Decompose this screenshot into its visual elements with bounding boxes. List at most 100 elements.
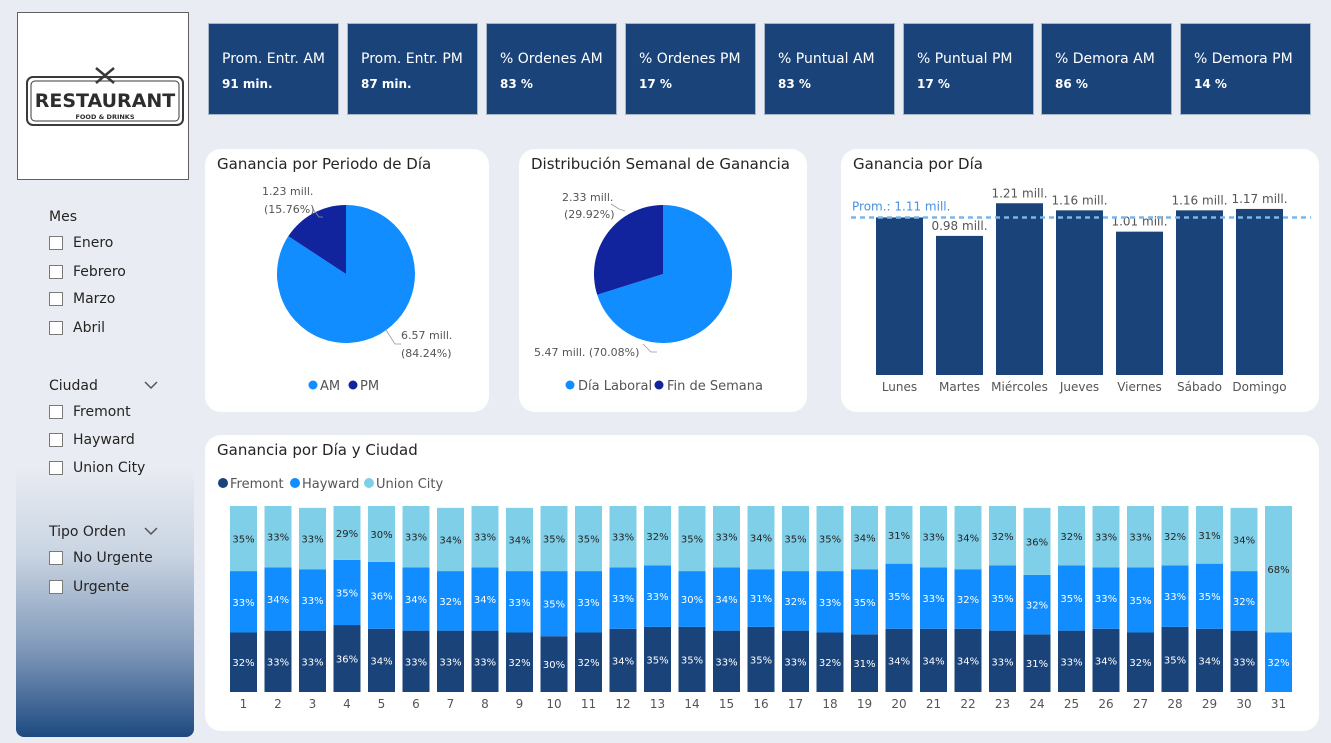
segment-label: 35% [750,655,772,666]
checkbox[interactable] [49,265,63,279]
segment-label: 34% [405,595,427,606]
logo-panel: RESTAURANT FOOD & DRINKS [17,12,189,180]
checkbox[interactable] [49,405,63,419]
bar-lunes[interactable] [876,217,923,375]
segment-label: 35% [336,588,358,599]
x-tick-label: 19 [857,697,872,711]
segment-label: 33% [1233,657,1255,668]
slicer-item-enero[interactable]: Enero [49,235,113,251]
x-tick-label: 3 [309,697,317,711]
x-tick-label: 1 [240,697,248,711]
segment-label: 32% [819,658,841,669]
x-tick-label: 14 [684,697,699,711]
bar-jueves[interactable] [1056,210,1103,375]
x-tick-label: 15 [719,697,734,711]
segment-label: 33% [301,535,323,546]
kpi-card-ordenes-am: % Ordenes AM 83 % [486,23,617,115]
checkbox[interactable] [49,551,63,565]
segment-label: 35% [853,598,875,609]
slicer-item-no-urgente[interactable]: No Urgente [49,550,153,566]
bar-domingo[interactable] [1236,208,1283,375]
slicer-item-hayward[interactable]: Hayward [49,432,135,448]
slicer-item-marzo[interactable]: Marzo [49,291,115,307]
stacked-bar-chart-dia-ciudad: Fremont Hayward Union City 32% 33% 35% 1 33% 34%… [218,477,1292,711]
kpi-label: % Demora AM [1055,51,1155,67]
segment-label: 35% [232,535,254,546]
x-tick-label: 8 [481,697,489,711]
slicer-item-label: Hayward [73,432,135,448]
segment-label: 34% [922,656,944,667]
segment-label: 33% [715,657,737,668]
slicer-title-ciudad: Ciudad [49,378,98,394]
chevron-down-icon[interactable] [144,526,158,536]
bar-viernes[interactable] [1116,231,1163,375]
segment-label: 35% [1060,594,1082,605]
checkbox[interactable] [49,321,63,335]
segment-label: 32% [957,595,979,606]
segment-label: 68% [1267,565,1289,576]
kpi-card-prom-entr-am: Prom. Entr. AM 91 min. [208,23,339,115]
x-tick-label: 7 [447,697,455,711]
x-tick-label: 29 [1202,697,1217,711]
data-label: 1.17 mill. [1231,192,1287,206]
legend-label-dia-laboral: Día Laboral [578,379,652,394]
kpi-label: % Puntual AM [778,51,875,67]
kpi-card-ordenes-pm: % Ordenes PM 17 % [625,23,756,115]
bar-miércoles[interactable] [996,203,1043,375]
legend-swatch-dia-laboral [565,380,575,390]
segment-label: 33% [301,657,323,668]
segment-label: 33% [1060,657,1082,668]
data-label-am-value: 6.57 mill. [401,329,452,342]
segment-label: 32% [1233,597,1255,608]
kpi-card-demora-am: % Demora AM 86 % [1041,23,1172,115]
x-tick-label: 28 [1167,697,1182,711]
checkbox[interactable] [49,236,63,250]
legend-swatch-union-city [364,478,374,488]
segment-label: 33% [991,657,1013,668]
kpi-card-demora-pm: % Demora PM 14 % [1180,23,1311,115]
segment-label: 34% [267,595,289,606]
segment-label: 35% [681,655,703,666]
x-tick-label: 11 [581,697,596,711]
kpi-value: 87 min. [361,77,412,91]
segment-label: 36% [1026,537,1048,548]
segment-label: 33% [612,594,634,605]
segment-label: 35% [991,594,1013,605]
legend-label-fremont: Fremont [230,477,284,492]
slicer-item-label: Febrero [73,264,126,280]
bar-sábado[interactable] [1176,210,1223,375]
segment-label: 33% [646,592,668,603]
kpi-value: 83 % [500,77,533,91]
slicer-item-febrero[interactable]: Febrero [49,264,126,280]
slicer-item-union-city[interactable]: Union City [49,460,145,476]
bar-martes[interactable] [936,235,983,375]
segment-label: 33% [267,533,289,544]
segment-label: 33% [819,598,841,609]
checkbox[interactable] [49,580,63,594]
pie-chart-semanal: 5.47 mill. (70.08%) 2.33 mill. (29.92%) … [534,191,763,394]
segment-label: 33% [784,657,806,668]
segment-label: 31% [750,594,772,605]
segment-label: 36% [336,655,358,666]
kpi-card-puntual-pm: % Puntual PM 17 % [903,23,1034,115]
checkbox[interactable] [49,433,63,447]
segment-label: 33% [922,533,944,544]
slicer-item-label: Abril [73,320,105,336]
segment-label: 34% [1233,535,1255,546]
slicer-item-label: No Urgente [73,550,153,566]
segment-label: 32% [1267,658,1289,669]
slicer-item-fremont[interactable]: Fremont [49,404,131,420]
segment-label: 31% [888,531,910,542]
slicer-item-label: Enero [73,235,114,251]
slicer-item-urgente[interactable]: Urgente [49,579,129,595]
slicer-item-abril[interactable]: Abril [49,320,105,336]
x-tick-label: Lunes [882,380,917,394]
segment-label: 35% [646,655,668,666]
logo-name: RESTAURANT [35,90,176,112]
slicer-title-tipo-orden: Tipo Orden [49,524,126,540]
chevron-down-icon[interactable] [144,380,158,390]
kpi-value: 17 % [639,77,672,91]
checkbox[interactable] [49,292,63,306]
checkbox[interactable] [49,461,63,475]
segment-label: 33% [267,657,289,668]
